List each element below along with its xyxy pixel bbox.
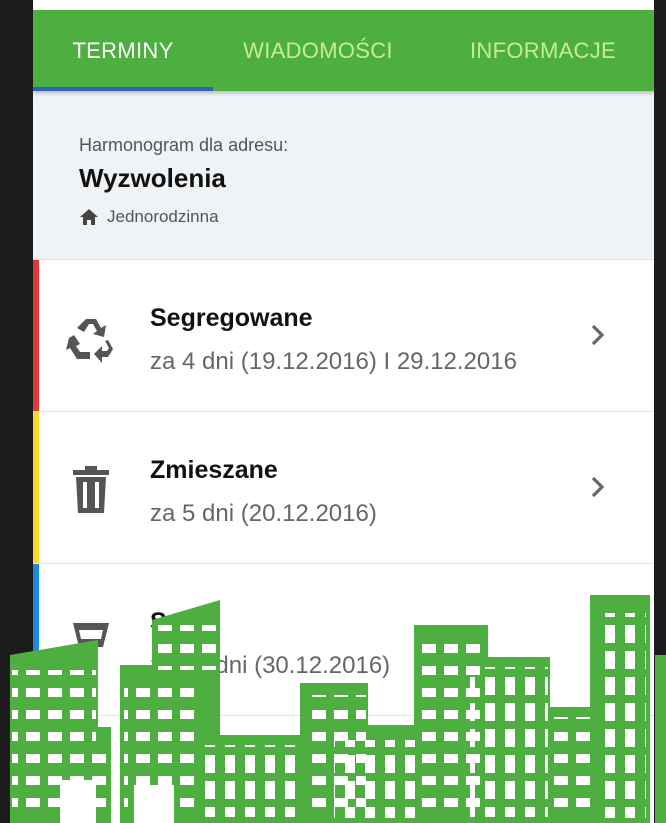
glass-bin-icon [73,623,109,647]
pickup-dates: za 4 dni (19.12.2016) I 29.12.2016 [150,348,517,375]
chevron-right-icon [591,476,605,498]
top-margin [0,0,666,10]
device-frame-left [0,0,33,823]
category-color-stripe [33,260,39,411]
recycle-icon [66,319,113,363]
waste-category-name: Zmieszane [150,456,278,484]
chevron-right-icon [591,324,605,346]
tab-bar: TERMINY WIADOMOŚCI INFORMACJE [33,10,654,91]
schedule-caption: Harmonogram dla adresu: [79,135,289,155]
pickup-dates: za 15 dni (30.12.2016) [150,652,391,679]
waste-category-name: Segregowane [150,304,313,332]
schedule-row-szklo[interactable]: S za 15 dni (30.12.2016) [33,564,654,716]
building-type-label: Jednorodzinna [107,207,219,226]
waste-category-name: S [150,608,167,636]
category-color-stripe [33,564,39,715]
tab-informacje[interactable]: INFORMACJE [433,10,653,91]
tab-terminy[interactable]: TERMINY [33,10,213,91]
pickup-dates: za 5 dni (20.12.2016) [150,500,377,527]
building-type: Jednorodzinna [79,207,219,227]
street-name: Wyzwolenia [79,163,226,193]
app-screen: TERMINY WIADOMOŚCI INFORMACJE Harmonogra… [33,10,654,823]
schedule-row-segregowane[interactable]: Segregowane za 4 dni (19.12.2016) I 29.1… [33,260,654,412]
address-header: Harmonogram dla adresu: Wyzwolenia Jedno… [33,91,654,260]
chevron-right-icon [591,628,605,650]
device-frame-right [654,0,666,823]
active-tab-indicator [33,87,213,91]
tab-wiadomosci[interactable]: WIADOMOŚCI [213,10,423,91]
home-icon [80,209,98,225]
schedule-row-zmieszane[interactable]: Zmieszane za 5 dni (20.12.2016) [33,412,654,564]
trash-icon [73,466,109,513]
category-color-stripe [33,412,39,563]
